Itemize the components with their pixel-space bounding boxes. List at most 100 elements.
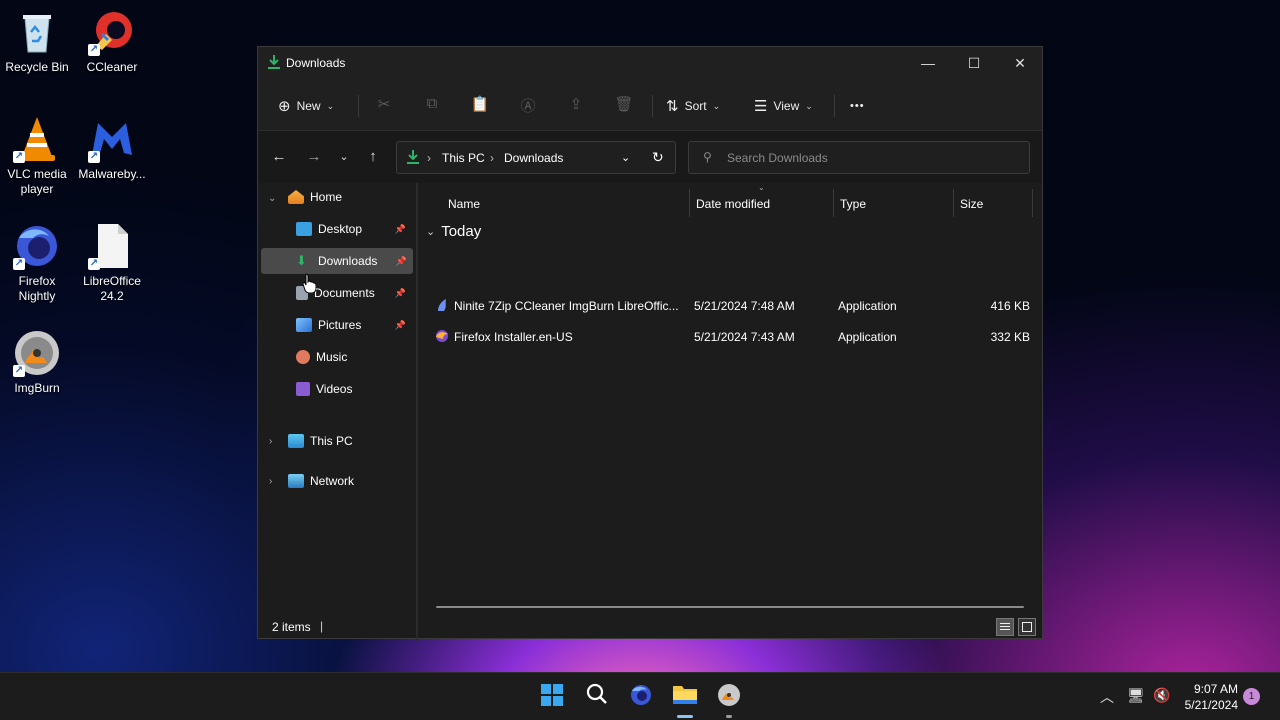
desktop-icon-recycle-bin[interactable]: Recycle Bin xyxy=(0,8,74,75)
file-size: 416 KB xyxy=(990,299,1030,313)
breadcrumb-downloads[interactable]: Downloads xyxy=(504,151,563,165)
file-explorer-taskbar-icon[interactable] xyxy=(671,683,699,718)
network-status-icon[interactable]: 🖥 xyxy=(1127,687,1145,704)
back-arrow-icon[interactable]: ← xyxy=(267,146,291,168)
start-windows-icon[interactable] xyxy=(538,683,566,711)
column-divider[interactable] xyxy=(833,189,834,217)
chevron-down-icon: ⌄ xyxy=(805,100,813,111)
column-header-size[interactable]: Size xyxy=(960,193,983,215)
file-date: 5/21/2024 7:43 AM xyxy=(694,330,795,344)
imgburn-icon: ↗ xyxy=(13,329,61,377)
details-view-button[interactable] xyxy=(996,618,1014,636)
firefox-nightly-icon: ↗ xyxy=(13,222,61,270)
sidebar-item-this-pc[interactable]: This PC xyxy=(288,428,408,454)
expand-chevron-right-icon[interactable]: › xyxy=(269,436,272,447)
desktop-icon-label: CCleaner xyxy=(86,60,138,74)
copy-icon[interactable]: ⧉ xyxy=(422,95,442,115)
column-header-name[interactable]: Name xyxy=(448,193,480,215)
file-row[interactable]: Firefox Installer.en-US 5/21/2024 7:43 A… xyxy=(430,324,1030,350)
search-icon[interactable] xyxy=(583,683,611,711)
column-divider[interactable] xyxy=(953,189,954,217)
show-hidden-icons-chevron-icon[interactable]: ︿ xyxy=(1100,687,1114,707)
chevron-down-icon: ⌄ xyxy=(712,100,721,111)
rename-icon[interactable]: Ⓐ xyxy=(518,95,538,115)
desktop-icon-malwarebytes[interactable]: ↗ Malwareby... xyxy=(75,115,149,182)
view-button[interactable]: ☰ View ⌄ xyxy=(754,92,813,120)
maximize-button[interactable]: ☐ xyxy=(951,47,997,79)
pin-icon[interactable]: 📌 xyxy=(395,320,406,331)
share-icon[interactable]: ⇪ xyxy=(566,95,586,115)
group-header-today[interactable]: ⌄ Today xyxy=(426,223,481,240)
sidebar-item-label: Videos xyxy=(316,382,353,396)
pin-icon[interactable]: 📌 xyxy=(396,256,407,267)
refresh-icon[interactable]: ↻ xyxy=(652,149,664,166)
ccleaner-icon: ↗ xyxy=(88,8,136,56)
recent-locations-chevron-icon[interactable]: ⌄ xyxy=(332,146,356,168)
sidebar-item-videos[interactable]: Videos xyxy=(296,376,412,402)
hand-cursor-icon xyxy=(302,273,317,296)
search-box[interactable]: ⚲ xyxy=(688,141,1030,174)
forward-arrow-icon[interactable]: → xyxy=(302,146,326,168)
pin-icon[interactable]: 📌 xyxy=(395,288,406,299)
file-size: 332 KB xyxy=(990,330,1030,344)
details-view-icon xyxy=(1000,623,1010,624)
desktop-icon-ccleaner[interactable]: ↗ CCleaner xyxy=(75,8,149,75)
status-separator: | xyxy=(320,619,324,633)
column-header-type[interactable]: Type xyxy=(840,193,866,215)
address-bar[interactable]: › This PC › Downloads ⌄ ↻ xyxy=(396,141,676,174)
toolbar-divider xyxy=(652,95,653,117)
column-header-date-modified[interactable]: Date modified xyxy=(696,193,770,215)
sidebar-item-label: Desktop xyxy=(318,222,363,236)
column-divider[interactable] xyxy=(1032,189,1033,217)
column-divider[interactable] xyxy=(689,189,690,217)
sidebar-item-pictures[interactable]: Pictures 📌 xyxy=(296,312,412,338)
sidebar-item-home[interactable]: Home xyxy=(288,184,408,210)
firefox-nightly-taskbar-icon[interactable] xyxy=(627,683,655,711)
breadcrumb-this-pc[interactable]: This PC xyxy=(442,151,485,165)
file-name: Ninite 7Zip CCleaner ImgBurn LibreOffic.… xyxy=(454,299,679,313)
breadcrumb-separator-icon: › xyxy=(427,151,431,165)
desktop-icon-vlc[interactable]: ↗ VLC media player xyxy=(0,115,74,197)
title-bar[interactable]: Downloads — ☐ ✕ xyxy=(258,47,1042,79)
this-pc-icon xyxy=(288,434,304,448)
expand-chevron-down-icon[interactable]: ⌄ xyxy=(268,193,276,204)
desktop-icon-firefox-nightly[interactable]: ↗ Firefox Nightly xyxy=(0,222,74,304)
sidebar-item-music[interactable]: Music xyxy=(296,344,412,370)
system-clock[interactable]: 9:07 AM 5/21/2024 xyxy=(1178,681,1238,713)
cut-icon[interactable]: ✂ xyxy=(374,95,394,115)
see-more-button[interactable]: ••• xyxy=(850,92,865,120)
expand-chevron-right-icon[interactable]: › xyxy=(269,476,272,487)
tiles-view-icon xyxy=(1022,622,1032,632)
address-history-chevron-icon[interactable]: ⌄ xyxy=(621,151,630,164)
sidebar-item-desktop[interactable]: Desktop 📌 xyxy=(296,216,412,242)
desktop-icon-label: VLC media player xyxy=(7,167,67,196)
desktop-icon-imgburn[interactable]: ↗ ImgBurn xyxy=(0,329,74,396)
imgburn-taskbar-icon[interactable] xyxy=(715,683,743,718)
download-arrow-icon xyxy=(407,150,419,167)
volume-muted-icon[interactable]: 🔇 xyxy=(1153,687,1170,704)
search-input[interactable] xyxy=(727,149,1017,167)
sidebar-item-network[interactable]: Network xyxy=(288,468,408,494)
notification-badge[interactable]: 1 xyxy=(1243,688,1260,705)
close-button[interactable]: ✕ xyxy=(997,47,1043,79)
sidebar-item-downloads[interactable]: ⬇ Downloads 📌 xyxy=(261,248,413,274)
pin-icon[interactable]: 📌 xyxy=(395,224,406,235)
horizontal-scrollbar[interactable] xyxy=(436,606,1024,608)
minimize-button[interactable]: — xyxy=(905,47,951,79)
desktop-icon-libreoffice[interactable]: ↗ LibreOffice 24.2 xyxy=(75,222,149,304)
file-row[interactable]: Ninite 7Zip CCleaner ImgBurn LibreOffic.… xyxy=(430,293,1030,319)
paste-icon[interactable]: 📋 xyxy=(470,95,490,115)
sidebar-item-label: Downloads xyxy=(318,254,378,268)
new-button[interactable]: ⊕ New ⌄ xyxy=(278,92,334,120)
sort-button[interactable]: ⇅ Sort ⌄ xyxy=(666,92,720,120)
file-type: Application xyxy=(838,299,897,313)
pictures-folder-icon xyxy=(296,318,312,332)
clock-time: 9:07 AM xyxy=(1193,682,1238,696)
shortcut-arrow-icon: ↗ xyxy=(13,258,25,270)
desktop-icon-label: ImgBurn xyxy=(14,381,60,395)
delete-icon[interactable]: 🗑 xyxy=(614,95,634,115)
tiles-view-button[interactable] xyxy=(1018,618,1036,636)
desktop-icon-label: Firefox Nightly xyxy=(18,274,56,303)
command-bar: ⊕ New ⌄ ✂ ⧉ 📋 Ⓐ ⇪ 🗑 ⇅ Sort ⌄ ☰ View ⌄ ••… xyxy=(258,79,1042,131)
up-arrow-icon[interactable]: ↑ xyxy=(361,146,385,168)
